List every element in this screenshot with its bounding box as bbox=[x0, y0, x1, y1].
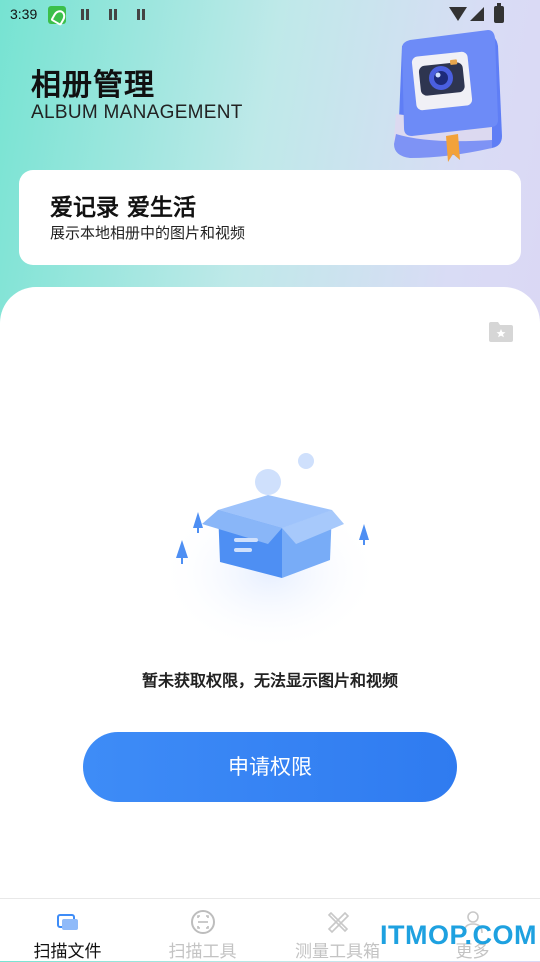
nav-label: 扫描工具 bbox=[168, 942, 237, 962]
nav-label: 扫描文件 bbox=[33, 942, 102, 962]
status-time: 3:39 bbox=[10, 6, 38, 22]
empty-state-message: 暂未获取权限，无法显示图片和视频 bbox=[141, 671, 398, 690]
pause-icon bbox=[80, 9, 90, 20]
slogan-card: 爱记录 爱生活 展示本地相册中的图片和视频 bbox=[19, 170, 521, 265]
signal-icon bbox=[470, 7, 484, 21]
nav-item-scan-file[interactable]: 扫描文件 bbox=[0, 899, 135, 962]
watermark: ITMOP.COM bbox=[380, 920, 538, 950]
folder-star-icon[interactable] bbox=[487, 320, 515, 344]
pause-icon bbox=[108, 9, 118, 20]
card-subtitle: 展示本地相册中的图片和视频 bbox=[50, 224, 246, 242]
card-title: 爱记录 爱生活 bbox=[50, 195, 197, 221]
scan-file-icon bbox=[57, 914, 78, 930]
measure-tool-icon bbox=[327, 911, 350, 934]
page-subtitle: ALBUM MANAGEMENT bbox=[31, 102, 243, 123]
page-title: 相册管理 bbox=[31, 68, 155, 103]
nav-item-scan-tool[interactable]: 扫描工具 bbox=[135, 899, 270, 962]
empty-box-illustration bbox=[158, 453, 382, 645]
app-notification-icon bbox=[48, 6, 66, 24]
wifi-icon bbox=[449, 7, 467, 21]
album-book-illustration bbox=[394, 30, 502, 162]
request-permission-button[interactable]: 申请权限 bbox=[83, 732, 457, 802]
battery-icon bbox=[494, 3, 504, 23]
scan-tool-icon bbox=[191, 910, 215, 934]
pause-icon bbox=[136, 9, 146, 20]
